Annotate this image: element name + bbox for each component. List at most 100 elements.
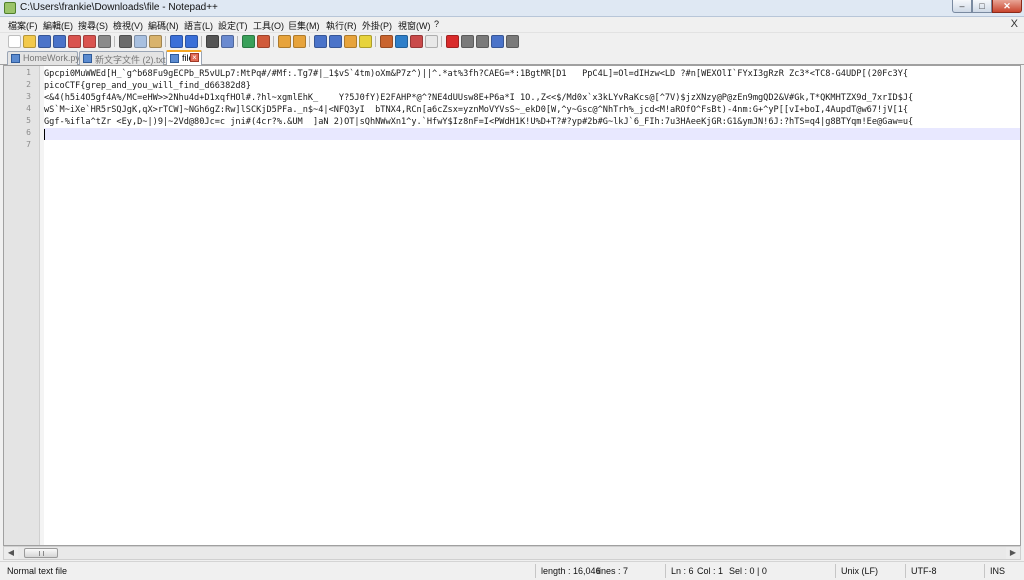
new-file-icon[interactable]	[8, 35, 21, 48]
code-line[interactable]: picoCTF{grep_and_you_will_find_d66382d8}	[44, 80, 251, 92]
redo-icon[interactable]	[185, 35, 198, 48]
notepad-plus-plus-icon	[4, 2, 16, 14]
toolbar-separator	[309, 36, 310, 47]
copy-icon[interactable]	[134, 35, 147, 48]
status-mode: INS	[990, 566, 1006, 576]
indent-guide-icon[interactable]	[344, 35, 357, 48]
status-sel: Sel : 0 | 0	[729, 566, 767, 576]
line-number: 4	[26, 104, 31, 113]
tab-new-text-document[interactable]: 新文字文件 (2).txt	[79, 51, 166, 65]
tab-close-icon[interactable]: ×	[190, 53, 199, 62]
close-icon[interactable]	[68, 35, 81, 48]
status-lines: lines : 7	[597, 566, 629, 576]
play-multiple-icon[interactable]	[491, 35, 504, 48]
code-line[interactable]: wS`M~iXe`HR5rSQJgK,qX>rTCW]~NGh6gZ:Rw]lS…	[44, 104, 908, 116]
save-macro-icon[interactable]	[506, 35, 519, 48]
open-file-icon[interactable]	[23, 35, 36, 48]
grip-icon	[39, 551, 44, 556]
stop-macro-icon[interactable]	[461, 35, 474, 48]
editor[interactable]: 1 2 3 4 5 6 7 Gpcpi0MuWWEd[H_`g^b68Fu9gE…	[3, 65, 1021, 546]
tab-label: HomeWork.py	[23, 53, 80, 63]
code-line[interactable]: Gpcpi0MuWWEd[H_`g^b68Fu9gECPb_R5vULp7:Mt…	[44, 68, 908, 80]
menu-file[interactable]: 檔案(F)	[8, 19, 38, 32]
tab-file[interactable]: file ×	[166, 50, 202, 66]
record-macro-icon[interactable]	[446, 35, 459, 48]
maximize-button[interactable]: □	[972, 0, 992, 13]
menu-macro[interactable]: 巨集(M)	[288, 19, 320, 32]
undo-icon[interactable]	[170, 35, 183, 48]
menu-run[interactable]: 執行(R)	[326, 19, 357, 32]
doc-map-icon[interactable]	[380, 35, 393, 48]
status-ln: Ln : 6	[671, 566, 694, 576]
paste-icon[interactable]	[149, 35, 162, 48]
sync-vertical-icon[interactable]	[278, 35, 291, 48]
sync-horizontal-icon[interactable]	[293, 35, 306, 48]
line-number: 2	[26, 80, 31, 89]
close-document-x[interactable]: X	[1011, 18, 1018, 30]
menu-window[interactable]: 視窗(W)	[398, 19, 431, 32]
menu-language[interactable]: 語言(L)	[184, 19, 213, 32]
toolbar	[0, 32, 1024, 49]
code-area[interactable]: Gpcpi0MuWWEd[H_`g^b68Fu9gECPb_R5vULp7:Mt…	[44, 66, 1020, 545]
tab-bar: HomeWork.py 新文字文件 (2).txt file ×	[0, 49, 1024, 66]
close-all-icon[interactable]	[83, 35, 96, 48]
toolbar-separator	[441, 36, 442, 47]
save-all-icon[interactable]	[53, 35, 66, 48]
show-all-chars-icon[interactable]	[329, 35, 342, 48]
toolbar-separator	[237, 36, 238, 47]
menu-help[interactable]: ?	[434, 19, 439, 29]
toolbar-separator	[165, 36, 166, 47]
title-bar: C:\Users\frankie\Downloads\file - Notepa…	[0, 0, 1024, 17]
current-line[interactable]	[44, 128, 1020, 140]
toolbar-separator	[114, 36, 115, 47]
toolbar-separator	[375, 36, 376, 47]
toolbar-separator	[201, 36, 202, 47]
line-number: 3	[26, 92, 31, 101]
tab-homework-py[interactable]: HomeWork.py	[7, 51, 80, 65]
language-icon[interactable]	[359, 35, 372, 48]
code-line[interactable]: Ggf-%ifla^tZr <Ey,D~|)9|~2Vd@80Jc=c jni#…	[44, 116, 913, 128]
line-number: 7	[26, 140, 31, 149]
minimize-button[interactable]: –	[952, 0, 972, 13]
scrollbar-thumb[interactable]	[24, 548, 58, 558]
zoom-in-icon[interactable]	[242, 35, 255, 48]
menu-edit[interactable]: 編輯(E)	[43, 19, 73, 32]
menu-encoding[interactable]: 編碼(N)	[148, 19, 179, 32]
menu-tools[interactable]: 工具(O)	[253, 19, 284, 32]
scroll-left-arrow-icon[interactable]: ◀	[4, 547, 18, 559]
status-encoding: UTF-8	[911, 566, 937, 576]
status-length: length : 16,046	[541, 566, 601, 576]
menu-settings[interactable]: 設定(T)	[218, 19, 248, 32]
horizontal-scrollbar[interactable]: ◀ ▶	[3, 546, 1021, 560]
zoom-out-icon[interactable]	[257, 35, 270, 48]
status-divider	[984, 564, 985, 578]
find-icon[interactable]	[206, 35, 219, 48]
word-wrap-icon[interactable]	[314, 35, 327, 48]
function-list-icon[interactable]	[395, 35, 408, 48]
file-icon	[83, 54, 92, 63]
line-number: 6	[26, 128, 31, 137]
monitor-icon[interactable]	[425, 35, 438, 48]
close-window-button[interactable]: ✕	[992, 0, 1022, 13]
line-number: 5	[26, 116, 31, 125]
save-icon[interactable]	[38, 35, 51, 48]
code-line[interactable]: <&4(h5i4O5gf4A%/MC=eHW>>2Nhu4d+D1xqfHOl#…	[44, 92, 913, 104]
status-divider	[835, 564, 836, 578]
menu-view[interactable]: 檢視(V)	[113, 19, 143, 32]
file-icon	[170, 54, 179, 63]
menu-search[interactable]: 搜尋(S)	[78, 19, 108, 32]
status-divider	[535, 564, 536, 578]
status-bar: Normal text file length : 16,046 lines :…	[0, 561, 1024, 580]
window-title: C:\Users\frankie\Downloads\file - Notepa…	[20, 2, 218, 13]
text-caret	[44, 129, 45, 140]
play-macro-icon[interactable]	[476, 35, 489, 48]
line-number-gutter: 1 2 3 4 5 6 7	[4, 66, 40, 545]
cut-icon[interactable]	[119, 35, 132, 48]
folder-workspace-icon[interactable]	[410, 35, 423, 48]
line-number: 1	[26, 68, 31, 77]
replace-icon[interactable]	[221, 35, 234, 48]
menu-plugins[interactable]: 外掛(P)	[362, 19, 392, 32]
status-divider	[905, 564, 906, 578]
print-icon[interactable]	[98, 35, 111, 48]
scroll-right-arrow-icon[interactable]: ▶	[1006, 547, 1020, 559]
